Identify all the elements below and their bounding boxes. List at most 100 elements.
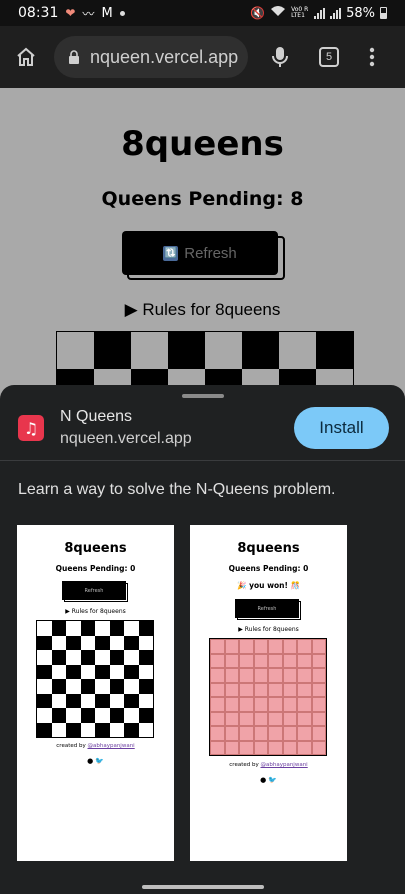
queens-pending: Queens Pending: 8 [101,188,304,210]
sheet-drag-handle[interactable] [182,394,224,398]
refresh-button[interactable]: 🔃 Refresh [122,231,285,280]
board-square [297,668,312,683]
board-square [37,693,52,708]
browser-toolbar: nqueen.vercel.app 5 [0,26,405,88]
gmail-notification-icon: M [101,5,113,21]
board-square[interactable] [94,332,131,369]
board-square [253,653,268,668]
board-square [109,679,124,694]
board-square [282,697,297,712]
board-square [268,639,283,654]
board-square [253,711,268,726]
board-square [268,740,283,755]
board-square [282,668,297,683]
github-icon: ● [87,757,94,765]
board-square [109,722,124,737]
board-square [109,650,124,665]
signal-icon [314,7,326,19]
board-square [37,664,52,679]
board-square [66,664,81,679]
shot-refresh-button: Refresh [62,581,128,602]
board-square [124,708,139,723]
home-button[interactable] [6,37,46,77]
mic-icon [272,47,288,67]
board-square [80,708,95,723]
shot-social-icons: ● 🐦 [17,757,174,765]
board-square [95,635,110,650]
board-square [95,621,110,636]
board-square [37,635,52,650]
tab-switcher-icon: 5 [319,47,339,67]
install-button[interactable]: Install [294,407,389,449]
board-square [51,621,66,636]
board-square [80,635,95,650]
board-square [51,722,66,737]
board-square [282,740,297,755]
board-square [51,679,66,694]
board-square [224,682,239,697]
page-title: 8queens [121,124,284,164]
board-square [297,726,312,741]
board-square[interactable] [168,332,205,369]
board-square [224,697,239,712]
board-square [311,639,326,654]
board-square [95,708,110,723]
board-square[interactable] [131,332,168,369]
board-square [224,668,239,683]
refresh-label: Refresh [184,244,237,262]
board-square [124,621,139,636]
board-square [138,635,153,650]
board-square [297,711,312,726]
board-square [268,711,283,726]
twitter-icon: 🐦 [95,757,104,765]
app-name: N Queens [60,408,133,425]
shot-rules: ▶ Rules for 8queens [238,626,299,633]
board-square [66,708,81,723]
app-screenshot-2[interactable]: 8queens Queens Pending: 0 🎉 you won! 🎊 R… [190,525,347,861]
board-square[interactable] [57,332,94,369]
battery-icon [380,7,387,19]
board-square [66,722,81,737]
board-square[interactable] [316,332,353,369]
board-square [239,682,254,697]
board-square [239,668,254,683]
board-square [210,639,225,654]
tab-switcher-button[interactable]: 5 [309,37,349,77]
board-square [311,653,326,668]
rules-toggle[interactable]: ▶ Rules for 8queens [0,300,405,320]
gesture-bar[interactable] [142,885,264,889]
board-square [109,693,124,708]
board-square[interactable] [242,332,279,369]
network-label: Vo0 R LTE1 [291,6,309,19]
voice-search-button[interactable] [260,37,300,77]
board-square [253,682,268,697]
clock: 08:31 [18,5,59,21]
shot-chess-board [36,620,154,738]
battery-percent: 58% [346,5,375,21]
board-square [253,639,268,654]
board-square [311,740,326,755]
board-square [66,621,81,636]
chess-board[interactable] [56,331,354,391]
board-square [253,697,268,712]
shot-credit-prefix: created by [56,743,86,749]
board-square [80,722,95,737]
board-square [138,708,153,723]
board-square[interactable] [279,332,316,369]
shot-rules: ▶ Rules for 8queens [65,608,126,615]
board-square [239,740,254,755]
app-screenshot-1[interactable]: 8queens Queens Pending: 0 Refresh ▶ Rule… [17,525,174,861]
board-square [124,693,139,708]
more-menu-button[interactable] [352,37,392,77]
twitter-icon: 🐦 [268,776,277,784]
board-square[interactable] [205,332,242,369]
signal-2-icon [330,7,342,19]
board-square [297,740,312,755]
board-square [268,697,283,712]
url-bar[interactable]: nqueen.vercel.app [54,36,248,78]
board-square [124,650,139,665]
board-square [138,693,153,708]
board-square [66,635,81,650]
board-square [66,679,81,694]
board-square [311,668,326,683]
